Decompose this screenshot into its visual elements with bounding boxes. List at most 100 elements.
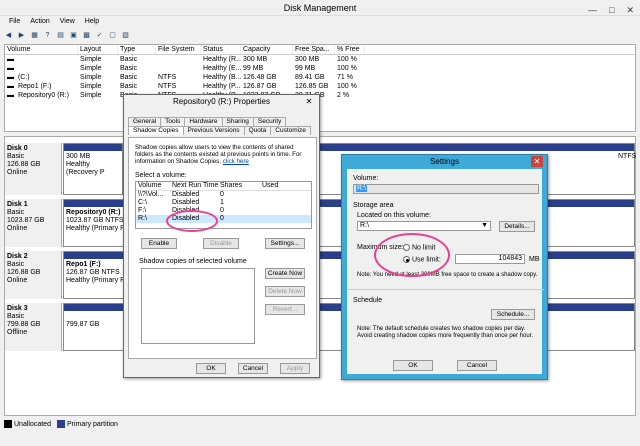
col-volume[interactable]: Volume: [5, 45, 78, 54]
disk-name: Disk 3: [7, 305, 28, 312]
volume-select-list: Volume Next Run Time Shares Used \\?\Vol…: [135, 181, 312, 229]
click-here-link[interactable]: click here: [223, 158, 249, 165]
volume-select-row[interactable]: C:\ Disabled 1: [136, 199, 311, 207]
volume-type: Basic: [120, 56, 138, 63]
menu-action[interactable]: Action: [25, 16, 54, 28]
list-icon[interactable]: ▤: [56, 31, 65, 40]
col-free-space[interactable]: Free Spa...: [293, 45, 335, 54]
divider: [347, 289, 544, 290]
disk-label[interactable]: Disk 3 Basic 799.88 GB Offline: [5, 303, 62, 351]
tab-hardware[interactable]: Hardware: [184, 117, 223, 126]
volume-row[interactable]: ▬ Simple Basic Healthy (E... 99 MB 99 MB 100 …: [5, 64, 635, 73]
apply-button[interactable]: Apply: [280, 363, 310, 374]
limit-input[interactable]: 104843: [455, 254, 525, 264]
col-type[interactable]: Type: [118, 45, 156, 54]
col-next-run[interactable]: Next Run Time: [172, 182, 220, 190]
volume-list-header: Volume Layout Type File System Status Ca…: [5, 45, 635, 55]
menu-view[interactable]: View: [55, 16, 80, 28]
volume-pct: 100 %: [337, 65, 357, 72]
volume-select-header: Volume Next Run Time Shares Used: [136, 182, 311, 191]
tab-previous-versions[interactable]: Previous Versions: [182, 126, 245, 135]
col-vol[interactable]: Volume: [136, 182, 172, 190]
tab-security[interactable]: Security: [252, 117, 287, 126]
volume-select-row[interactable]: \\?\Vol... Disabled 0: [136, 191, 311, 199]
tab-shadow-copies[interactable]: Shadow Copies: [128, 126, 184, 135]
col-layout[interactable]: Layout: [78, 45, 118, 54]
menu-help[interactable]: Help: [80, 16, 104, 28]
volume-select-row-selected[interactable]: R:\ Disabled 0: [136, 215, 311, 223]
volume-capacity: 300 MB: [243, 56, 268, 63]
schedule-button[interactable]: Schedule...: [491, 309, 535, 320]
cancel-button[interactable]: Cancel: [238, 363, 268, 374]
volume-name: ▬ Repository0 (R:): [7, 92, 69, 99]
help-icon[interactable]: ?: [43, 31, 52, 40]
delete-now-button[interactable]: Delete Now: [265, 286, 305, 297]
check-icon[interactable]: ✓: [95, 31, 104, 40]
view-icon[interactable]: ▧: [121, 31, 130, 40]
volume-row[interactable]: ▬ Repository0 (R:)SimpleBasicNTFSHealthy…: [5, 91, 635, 100]
volume-pct: 71 %: [337, 74, 353, 81]
partition[interactable]: 300 MB Healthy (Recovery P: [63, 143, 123, 195]
volume-row[interactable]: ▬ (C:) Simple Basic NTFS Healthy (B... 126.48…: [5, 73, 635, 82]
details-button[interactable]: Details...: [499, 221, 535, 232]
tab-quota[interactable]: Quota: [243, 126, 272, 135]
settings-button[interactable]: Settings...: [265, 238, 305, 249]
volume-row[interactable]: ▬ Repo1 (F:) Simple Basic NTFS Healthy (P...…: [5, 82, 635, 91]
settings-cancel-button[interactable]: Cancel: [457, 360, 497, 371]
volume-name: ▬ Repo1 (F:): [7, 83, 52, 90]
col-used[interactable]: Used: [262, 182, 292, 190]
volume-free: 99 MB: [295, 65, 316, 72]
volume-capacity: 126.87 GB: [243, 83, 277, 90]
disk-name: Disk 0: [7, 145, 28, 152]
disk-label[interactable]: Disk 0 Basic 126.88 GB Online: [5, 143, 62, 195]
shadow-copies-label: Shadow copies of selected volume: [139, 258, 247, 265]
partition-size: 126.87 GB NTFS: [66, 269, 120, 276]
location-select[interactable]: R:\ ▼: [357, 221, 491, 231]
enable-button[interactable]: Enable: [141, 238, 177, 249]
col-filesystem[interactable]: File System: [156, 45, 201, 54]
volume-type: Basic: [120, 65, 138, 72]
close-icon[interactable]: ✕: [531, 156, 543, 167]
shadow-copies-description: Shadow copies allow users to view the co…: [135, 144, 313, 165]
tab-sharing[interactable]: Sharing: [221, 117, 254, 126]
volume-type: Basic: [120, 74, 138, 81]
back-icon[interactable]: ◀: [4, 31, 13, 40]
col-capacity[interactable]: Capacity: [241, 45, 293, 54]
tab-tools[interactable]: Tools: [160, 117, 186, 126]
tab-general[interactable]: General: [128, 117, 162, 126]
volume-layout: Simple: [80, 56, 102, 63]
partition-size: 799.87 GB: [66, 321, 100, 328]
disk-size: 126.88 GB: [7, 269, 41, 276]
col-percent-free[interactable]: % Free: [335, 45, 365, 54]
close-icon[interactable]: ✕: [303, 96, 315, 107]
volume-select-row[interactable]: F:\ Disabled 0: [136, 207, 311, 215]
toolbar: ◀ ▶ ▦ ? ▤ ▣ ▩ ✓ ▢ ▧: [0, 28, 640, 42]
volume-label: Volume:: [353, 175, 379, 182]
disable-button[interactable]: Disable: [203, 238, 239, 249]
forward-icon[interactable]: ▶: [17, 31, 26, 40]
revert-button[interactable]: Revert...: [265, 304, 305, 315]
volume-name: ▬: [7, 65, 14, 72]
row-next-run: Disabled: [172, 199, 200, 206]
new-icon[interactable]: ▢: [108, 31, 117, 40]
chevron-down-icon: ▼: [481, 222, 488, 229]
disk-icon[interactable]: ▩: [82, 31, 91, 40]
shadow-copies-list[interactable]: [141, 268, 255, 344]
volume-row[interactable]: ▬ Simple Basic Healthy (R... 300 MB 300 MB 10…: [5, 55, 635, 64]
row-volume: C:\: [138, 199, 147, 206]
tab-customize[interactable]: Customize: [270, 126, 311, 135]
disk-label[interactable]: Disk 1 Basic 1023.87 GB Online: [5, 199, 62, 247]
settings-ok-button[interactable]: OK: [393, 360, 433, 371]
annotation-circle-limit: [374, 233, 450, 277]
col-status[interactable]: Status: [201, 45, 241, 54]
menu-file[interactable]: File: [4, 16, 25, 28]
create-now-button[interactable]: Create Now: [265, 268, 305, 279]
grid-icon[interactable]: ▦: [30, 31, 39, 40]
col-shares[interactable]: Shares: [220, 182, 262, 190]
row-volume: \\?\Vol...: [138, 191, 164, 198]
disk-label[interactable]: Disk 2 Basic 126.88 GB Online: [5, 251, 62, 299]
limit-value: 104843: [498, 255, 522, 262]
properties-title: Repository0 (R:) Properties: [173, 97, 270, 106]
properties-icon[interactable]: ▣: [69, 31, 78, 40]
ok-button[interactable]: OK: [196, 363, 226, 374]
